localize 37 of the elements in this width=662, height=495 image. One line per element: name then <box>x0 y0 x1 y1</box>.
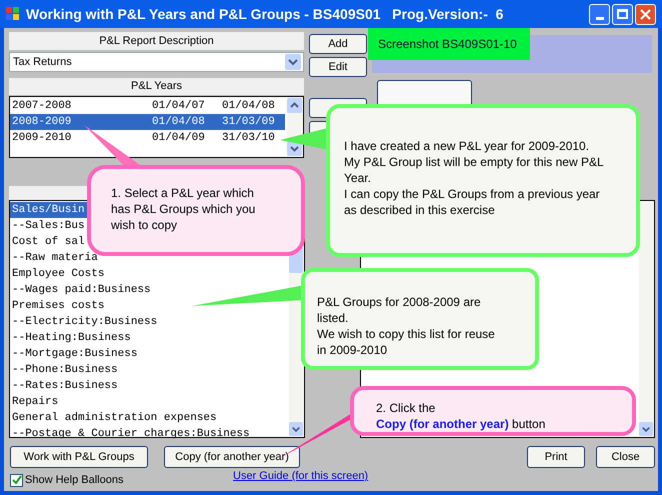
group-row[interactable]: --Postage & Courier charges:Business <box>10 426 288 442</box>
user-guide-link[interactable]: User Guide (for this screen) <box>233 468 368 484</box>
window-close-button[interactable] <box>635 4 656 24</box>
close-button[interactable]: Close <box>596 446 655 468</box>
scroll-down-icon[interactable] <box>639 422 653 436</box>
edit-button[interactable]: Edit <box>309 57 367 77</box>
group-row[interactable]: --Heating:Business <box>10 330 288 346</box>
minimize-button[interactable] <box>589 4 610 24</box>
app-icon <box>6 7 20 21</box>
group-row[interactable]: General administration expenses <box>10 410 288 426</box>
help-tooltip: P&L Groups for 2008-2009 are listed. We wish to copy this list for reuse in 2009-2010 <box>301 268 539 370</box>
maximize-button[interactable] <box>612 4 633 24</box>
report-dropdown[interactable]: Tax Returns <box>9 52 304 72</box>
print-button[interactable]: Print <box>527 446 585 468</box>
group-row[interactable]: Repairs <box>10 394 288 410</box>
help-tooltip: 2. Click the Copy (for another year) button <box>350 386 636 436</box>
help-tooltip: I have created a new P&L year for 2009-2010. My P&L Group list will be empty for this new P&L Year. I can copy the P&L Groups from a previous year as described in this exercise <box>326 104 640 257</box>
copy-button[interactable]: Copy (for another year) <box>164 446 300 468</box>
dropdown-value: Tax Returns <box>13 54 72 70</box>
checkbox-label: Show Help Balloons <box>25 473 124 488</box>
group-row[interactable]: Employee Costs <box>10 266 288 282</box>
scroll-down-icon[interactable] <box>289 422 303 436</box>
work-with-groups-button[interactable]: Work with P&L Groups <box>10 446 148 468</box>
scroll-up-icon[interactable] <box>287 98 302 113</box>
group-row[interactable]: --Electricity:Business <box>10 314 288 330</box>
window-title: Working with P&L Years and P&L Groups - BS409S01 Prog.Version:- 6 <box>26 4 504 24</box>
year-row[interactable]: 2007-2008 01/04/07 01/04/08 <box>10 98 285 114</box>
section-header: P&L Report Description <box>9 32 304 50</box>
screenshot-label: Screenshot BS409S01-10 <box>368 28 530 60</box>
group-row[interactable]: --Mortgage:Business <box>10 346 288 362</box>
close-icon <box>640 8 651 20</box>
year-row[interactable]: 2008-2009 01/04/08 31/03/09 <box>10 114 285 130</box>
add-button[interactable]: Add <box>309 34 367 54</box>
checkbox[interactable] <box>10 474 23 487</box>
group-row[interactable]: --Rates:Business <box>10 378 288 394</box>
group-row[interactable]: --Phone:Business <box>10 362 288 378</box>
section-header: P&L Years <box>9 78 304 95</box>
